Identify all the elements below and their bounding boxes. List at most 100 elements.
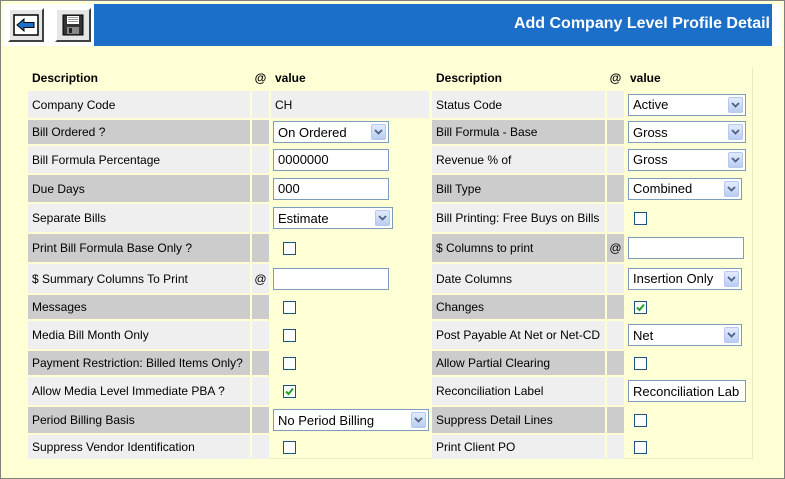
save-disk-icon	[62, 14, 84, 36]
date-columns-value: Insertion Only	[633, 271, 714, 286]
summary-columns-at[interactable]: @	[252, 264, 269, 293]
at-cell	[607, 295, 624, 319]
print-bill-formula-checkbox[interactable]	[283, 241, 296, 255]
revenue-pct-value: Gross	[633, 152, 668, 167]
columns-to-print-at[interactable]: @	[607, 234, 624, 262]
separate-bills-label: Separate Bills	[28, 204, 250, 232]
due-days-label: Due Days	[28, 175, 250, 202]
at-cell	[252, 234, 269, 262]
at-cell	[607, 351, 624, 375]
changes-checkbox[interactable]	[634, 300, 647, 314]
status-code-value: Active	[633, 97, 669, 112]
allow-partial-checkbox[interactable]	[634, 356, 647, 370]
bill-formula-base-select[interactable]: Gross	[628, 121, 746, 143]
at-cell	[607, 377, 624, 405]
back-button[interactable]	[8, 8, 44, 42]
chevron-down-icon	[728, 96, 743, 113]
chevron-down-icon	[728, 151, 743, 168]
at-cell	[252, 377, 269, 405]
messages-checkbox[interactable]	[283, 300, 296, 314]
chevron-down-icon	[728, 124, 743, 140]
print-client-po-label: Print Client PO	[432, 435, 605, 459]
free-buys-label: Bill Printing: Free Buys on Bills	[432, 204, 605, 232]
changes-label: Changes	[432, 295, 605, 319]
header-value: value	[275, 71, 306, 85]
media-bill-month-checkbox[interactable]	[283, 328, 296, 342]
chevron-down-icon	[371, 124, 386, 140]
at-cell	[252, 435, 269, 459]
at-cell	[252, 204, 269, 232]
header-at-right: @	[609, 71, 622, 85]
post-payable-label: Post Payable At Net or Net-CD	[432, 321, 605, 349]
print-bill-formula-label: Print Bill Formula Base Only ?	[28, 234, 250, 262]
period-billing-select[interactable]: No Period Billing	[273, 409, 429, 431]
date-columns-label: Date Columns	[432, 264, 605, 293]
free-buys-checkbox[interactable]	[634, 211, 647, 225]
revenue-pct-select[interactable]: Gross	[628, 148, 746, 171]
allow-media-pba-label: Allow Media Level Immediate PBA ?	[28, 377, 250, 405]
messages-label: Messages	[28, 295, 250, 319]
save-button[interactable]	[55, 8, 91, 42]
reconciliation-label-input[interactable]: Reconciliation Lab	[628, 380, 746, 402]
header-at: @	[254, 71, 267, 85]
header-description: Description	[32, 71, 99, 85]
bill-formula-base-label: Bill Formula - Base	[432, 120, 605, 144]
at-cell	[607, 407, 624, 433]
print-client-po-checkbox[interactable]	[634, 440, 647, 454]
at-cell	[607, 435, 624, 459]
at-cell	[252, 120, 269, 144]
bill-formula-pct-input[interactable]: 0000000	[273, 148, 389, 171]
at-cell	[252, 175, 269, 202]
period-billing-label: Period Billing Basis	[28, 407, 250, 433]
chevron-down-icon	[724, 270, 739, 287]
payment-restriction-label: Payment Restriction: Billed Items Only?	[28, 351, 250, 375]
chevron-down-icon	[724, 327, 739, 343]
columns-to-print-input[interactable]	[628, 237, 744, 259]
bill-ordered-select[interactable]: On Ordered	[273, 121, 389, 143]
checkmark-icon	[636, 303, 645, 311]
at-cell	[607, 91, 624, 118]
bill-ordered-value: On Ordered	[278, 124, 347, 140]
at-cell	[607, 120, 624, 144]
company-code-label: Company Code	[28, 91, 250, 118]
suppress-detail-label: Suppress Detail Lines	[432, 407, 605, 433]
allow-partial-label: Allow Partial Clearing	[432, 351, 605, 375]
due-days-input[interactable]: 000	[273, 177, 389, 200]
bill-type-label: Bill Type	[432, 175, 605, 202]
chevron-down-icon	[724, 180, 739, 197]
summary-columns-input[interactable]	[273, 267, 389, 290]
at-cell	[607, 264, 624, 293]
suppress-vendor-checkbox[interactable]	[283, 440, 296, 454]
back-arrow-icon	[13, 14, 39, 36]
bill-type-select[interactable]: Combined	[628, 177, 742, 200]
status-code-label: Status Code	[432, 91, 605, 118]
post-payable-select[interactable]: Net	[628, 324, 742, 346]
company-code-value: CH	[271, 91, 429, 118]
checkmark-icon	[285, 387, 294, 395]
suppress-detail-checkbox[interactable]	[634, 413, 647, 427]
payment-restriction-checkbox[interactable]	[283, 356, 296, 370]
separate-bills-select[interactable]: Estimate	[273, 207, 393, 229]
status-code-select[interactable]: Active	[628, 93, 746, 116]
at-cell	[252, 146, 269, 173]
title-bar: Add Company Level Profile Detail	[94, 4, 772, 46]
date-columns-select[interactable]: Insertion Only	[628, 267, 742, 290]
summary-columns-label: $ Summary Columns To Print	[28, 264, 250, 293]
allow-media-pba-checkbox[interactable]	[283, 384, 296, 398]
at-cell	[607, 146, 624, 173]
at-cell	[607, 204, 624, 232]
reconciliation-label-label: Reconciliation Label	[432, 377, 605, 405]
chevron-down-icon	[411, 412, 426, 428]
chevron-down-icon	[375, 210, 390, 226]
bill-formula-base-value: Gross	[633, 124, 668, 140]
suppress-vendor-label: Suppress Vendor Identification	[28, 435, 250, 459]
at-cell	[252, 351, 269, 375]
header-description-right: Description	[436, 71, 503, 85]
at-cell	[252, 321, 269, 349]
profile-detail-grid: Description @ value Description @ value …	[28, 67, 753, 459]
at-cell	[252, 295, 269, 319]
bill-formula-pct-label: Bill Formula Percentage	[28, 146, 250, 173]
media-bill-month-label: Media Bill Month Only	[28, 321, 250, 349]
post-payable-value: Net	[633, 327, 654, 343]
columns-to-print-label: $ Columns to print	[432, 234, 605, 262]
